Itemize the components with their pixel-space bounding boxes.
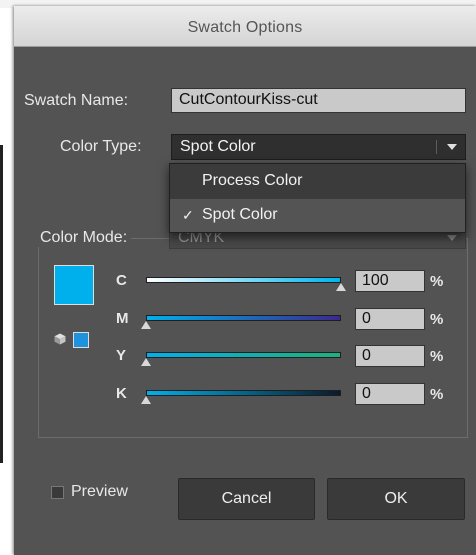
color-type-dropdown-menu: Process Color ✓ Spot Color — [169, 163, 466, 233]
cube-icon[interactable] — [54, 333, 66, 345]
channel-label-magenta: M — [116, 310, 129, 327]
magenta-slider-thumb[interactable] — [141, 321, 151, 329]
swatch-name-input[interactable] — [172, 89, 459, 109]
chevron-down-icon — [447, 144, 457, 150]
black-slider-thumb[interactable] — [141, 396, 151, 404]
yellow-value-field[interactable] — [355, 345, 425, 367]
magenta-percent-label: % — [430, 311, 444, 328]
dialog-titlebar[interactable]: Swatch Options — [14, 6, 476, 47]
black-value-field[interactable] — [355, 383, 425, 405]
channel-label-cyan: C — [116, 272, 127, 289]
color-mode-label: Color Mode: — [36, 229, 132, 247]
magenta-value-field[interactable] — [355, 308, 425, 330]
cyan-slider[interactable] — [146, 277, 341, 283]
channel-label-black: K — [116, 385, 127, 402]
black-value-input[interactable] — [356, 384, 422, 403]
menu-item-process-color[interactable]: Process Color — [170, 165, 465, 198]
dialog-title: Swatch Options — [187, 19, 303, 36]
color-preview-swatch — [54, 265, 94, 305]
color-type-value: Spot Color — [180, 138, 256, 155]
yellow-slider[interactable] — [146, 352, 341, 358]
preview-checkbox[interactable] — [51, 486, 64, 499]
web-safe-swatch[interactable] — [73, 332, 89, 348]
magenta-value-input[interactable] — [356, 309, 422, 328]
yellow-value-input[interactable] — [356, 346, 422, 365]
menu-item-label: Spot Color — [202, 206, 278, 223]
channel-label-yellow: Y — [116, 347, 127, 364]
swatch-name-label: Swatch Name: — [24, 92, 129, 109]
yellow-slider-thumb[interactable] — [141, 358, 151, 366]
magenta-slider[interactable] — [146, 315, 341, 321]
color-type-select[interactable]: Spot Color — [171, 134, 466, 160]
yellow-percent-label: % — [430, 348, 444, 365]
preview-label[interactable]: Preview — [71, 483, 128, 501]
cancel-button[interactable]: Cancel — [178, 478, 315, 520]
cyan-value-input[interactable] — [356, 271, 422, 290]
color-mode-group — [38, 238, 468, 438]
select-divider — [436, 140, 437, 154]
swatch-options-dialog: Swatch Options Swatch Name: Color Type: … — [14, 6, 476, 555]
cyan-slider-thumb[interactable] — [336, 283, 346, 291]
chevron-down-icon — [447, 235, 457, 241]
background-window-edge — [0, 145, 3, 463]
menu-item-label: Process Color — [202, 172, 303, 189]
ok-button[interactable]: OK — [327, 478, 465, 520]
black-percent-label: % — [430, 386, 444, 403]
checkmark-icon: ✓ — [182, 207, 194, 223]
black-slider[interactable] — [146, 390, 341, 396]
menu-item-spot-color[interactable]: ✓ Spot Color — [170, 199, 465, 232]
cyan-percent-label: % — [430, 273, 444, 290]
swatch-name-field[interactable] — [171, 88, 466, 113]
color-type-label: Color Type: — [60, 138, 142, 155]
cyan-value-field[interactable] — [355, 270, 425, 292]
